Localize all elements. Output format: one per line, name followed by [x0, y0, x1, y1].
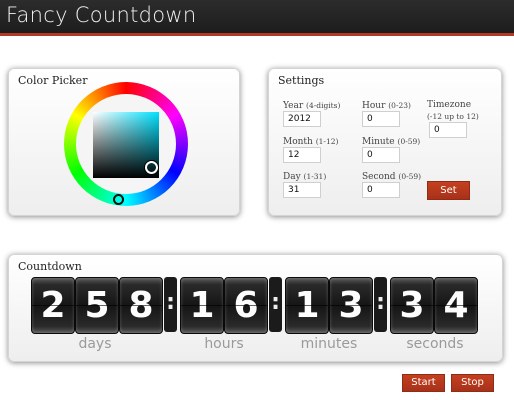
set-button[interactable]: Set — [427, 181, 470, 200]
days-digit-3: 8 — [119, 277, 163, 334]
timezone-label: Timezone (-12 up to 12) — [427, 100, 479, 121]
hue-marker[interactable] — [113, 194, 124, 205]
day-input[interactable] — [283, 182, 321, 198]
hours-digit-2: 6 — [224, 277, 268, 334]
timezone-input[interactable] — [429, 122, 467, 138]
seconds-digit-1: 3 — [390, 277, 434, 334]
separator-1: : — [164, 277, 177, 332]
separator-2: : — [269, 277, 282, 332]
countdown-panel: Countdown 2 5 8 : 1 6 : 1 3 : 3 4 days h… — [8, 254, 503, 362]
hours-digit-1: 1 — [180, 277, 224, 334]
settings-panel: Settings Year (4-digits) Hour (0-23) Tim… — [268, 68, 502, 216]
minutes-label: minutes — [300, 336, 358, 352]
month-input[interactable] — [283, 147, 321, 163]
minutes-digit-1: 1 — [285, 277, 329, 334]
separator-3: : — [374, 277, 387, 332]
days-digit-2: 5 — [75, 277, 119, 334]
start-button[interactable]: Start — [402, 374, 445, 392]
days-digit-1: 2 — [31, 277, 75, 334]
color-picker-title: Color Picker — [18, 74, 88, 87]
stop-button[interactable]: Stop — [451, 374, 494, 392]
saturation-value-marker[interactable] — [145, 161, 158, 174]
countdown-title: Countdown — [18, 260, 82, 273]
settings-title: Settings — [278, 74, 325, 87]
hour-input[interactable] — [362, 111, 400, 127]
hours-label: hours — [204, 336, 244, 352]
seconds-digit-2: 4 — [434, 277, 478, 334]
app-header: Fancy Countdown — [0, 0, 514, 36]
minutes-digit-2: 3 — [329, 277, 373, 334]
year-input[interactable] — [283, 111, 321, 127]
second-input[interactable] — [362, 182, 400, 198]
seconds-label: seconds — [406, 336, 464, 352]
app-title: Fancy Countdown — [6, 3, 197, 27]
color-picker-panel: Color Picker — [8, 68, 240, 216]
days-label: days — [78, 336, 112, 352]
minute-input[interactable] — [362, 147, 400, 163]
